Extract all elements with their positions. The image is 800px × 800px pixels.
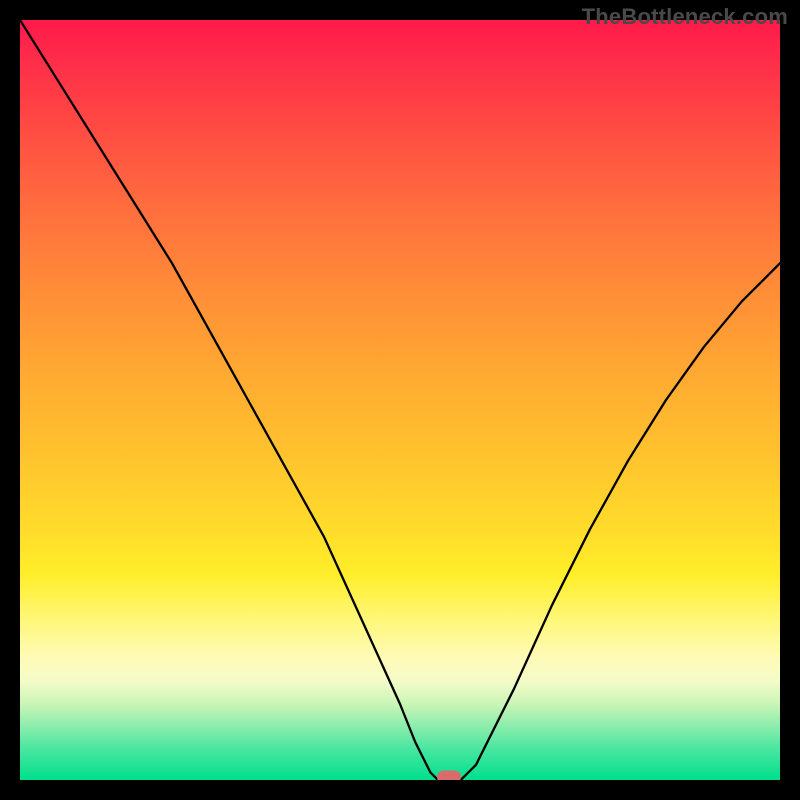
- optimal-marker: [437, 771, 461, 781]
- chart-frame: TheBottleneck.com: [0, 0, 800, 800]
- curve-svg: [20, 20, 780, 780]
- plot-area: [20, 20, 780, 780]
- bottleneck-curve: [20, 20, 780, 780]
- watermark-label: TheBottleneck.com: [582, 4, 788, 30]
